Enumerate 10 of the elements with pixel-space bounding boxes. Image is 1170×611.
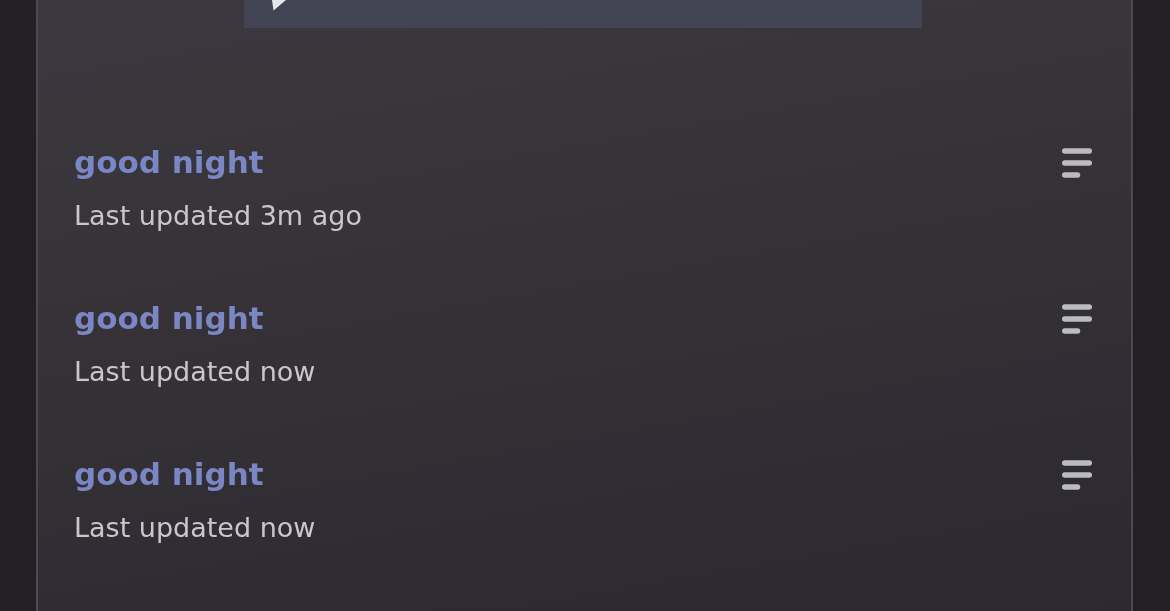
updated-time: Last updated now [74,511,316,545]
menu-icon[interactable] [1062,460,1092,490]
triangle-icon [272,0,286,11]
note-title[interactable]: good night [74,455,264,493]
menu-icon[interactable] [1062,148,1092,178]
note-title[interactable]: good night [74,299,264,337]
updated-time: Last updated 3m ago [74,199,362,233]
updated-time: Last updated now [74,355,316,389]
note-title[interactable]: good night [74,143,264,181]
menu-icon[interactable] [1062,304,1092,334]
